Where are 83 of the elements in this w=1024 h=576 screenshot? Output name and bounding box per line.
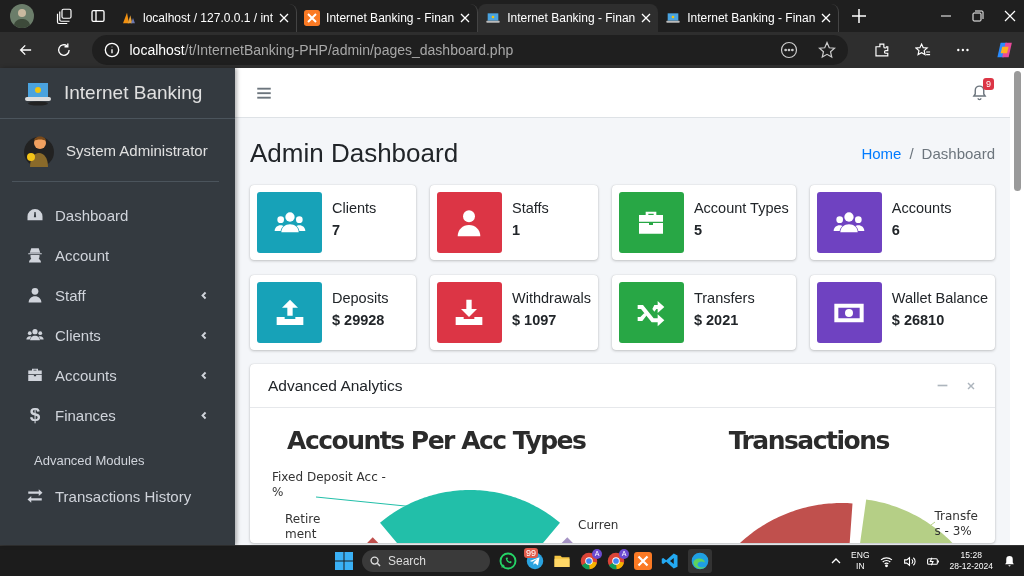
language-indicator[interactable]: ENG IN [851, 550, 870, 572]
slice-label: Fixed Deposit Acc - % [272, 470, 386, 500]
nav-item[interactable]: Accounts [8, 355, 227, 395]
xampp-icon [304, 10, 321, 26]
bell-icon[interactable] [971, 84, 988, 101]
notification-bell-icon[interactable] [1003, 554, 1016, 568]
laptop-icon [485, 10, 502, 26]
slice-label: Transfe s - 3% [934, 509, 978, 539]
stat-label: Clients [332, 200, 377, 216]
favorites-icon[interactable] [915, 41, 931, 59]
edge-icon[interactable] [688, 549, 712, 573]
stat-value: 1 [512, 222, 522, 238]
exchange-icon [26, 487, 44, 505]
info-icon[interactable] [103, 42, 120, 58]
nav-item[interactable]: Transactions History [8, 476, 227, 516]
card-title: Advanced Analytics [268, 376, 404, 395]
refresh-icon[interactable] [55, 41, 72, 59]
section-header: Advanced Modules [33, 452, 146, 470]
user-icon [26, 286, 44, 304]
nav-item[interactable]: Staff [8, 275, 227, 315]
search-icon [370, 555, 381, 567]
stat-value: $ 2021 [693, 312, 740, 328]
address-bar[interactable]: localhost/t/InternetBanking-PHP/admin/pages_dashboard.php [91, 35, 848, 65]
stat-value: 7 [332, 222, 342, 238]
xampp-icon[interactable] [634, 552, 652, 570]
brand-name[interactable]: Internet Banking [64, 82, 203, 104]
stat-label: Account Types [693, 200, 789, 216]
browser-tab[interactable]: Internet Banking - Finan [478, 4, 659, 32]
stat-label: Transfers [693, 290, 755, 306]
extensions-icon[interactable] [873, 41, 890, 59]
stat-label: Accounts [891, 200, 952, 216]
more-icon[interactable] [779, 41, 798, 59]
laptop-icon [665, 10, 682, 26]
tab-actions-icon[interactable] [90, 8, 106, 24]
close-icon[interactable] [1004, 10, 1016, 22]
nav-item[interactable]: Dashboard [8, 195, 227, 235]
stat-value: 5 [693, 222, 704, 238]
close-icon[interactable] [460, 13, 471, 23]
slice-label: Retire ment [285, 512, 321, 542]
nav-item[interactable]: Clients [8, 315, 227, 355]
briefcase-icon [26, 366, 44, 384]
restore-icon[interactable] [972, 10, 984, 22]
notification-badge: 99 [524, 548, 538, 558]
star-icon[interactable] [817, 41, 836, 59]
chat-app-icon[interactable] [499, 552, 517, 570]
browser-app-icon[interactable] [607, 552, 625, 570]
breadcrumb-link[interactable]: Home [861, 144, 902, 162]
page-title: Admin Dashboard [250, 137, 459, 169]
scrollbar-thumb[interactable] [1013, 71, 1021, 191]
chevron-up-icon[interactable] [831, 556, 842, 566]
new-tab-icon[interactable] [851, 8, 868, 24]
notification-count: 9 [983, 78, 994, 90]
start-icon[interactable] [335, 552, 353, 570]
chart-title: Transactions [727, 426, 890, 455]
profile-avatar[interactable] [10, 4, 34, 28]
nav-item[interactable]: $ Finances [8, 395, 227, 435]
browser-app-icon[interactable] [580, 552, 598, 570]
breadcrumb-current: Dashboard [921, 144, 995, 162]
laptop-logo [24, 80, 52, 106]
stat-value: $ 1097 [512, 312, 558, 328]
stat-value: $ 29928 [332, 312, 386, 328]
stat-label: Staffs [512, 200, 549, 216]
clock[interactable]: 15:28 28-12-2024 [949, 550, 993, 572]
stat-label: Wallet Balance [891, 290, 988, 306]
workspaces-icon[interactable] [56, 7, 74, 25]
stat-value: $ 26810 [891, 312, 946, 328]
stat-label: Deposits [332, 290, 389, 306]
wifi-icon[interactable] [879, 554, 893, 568]
dollar-icon: $ [26, 404, 44, 426]
volume-icon[interactable] [902, 554, 916, 568]
nav-item[interactable]: Account [8, 235, 227, 275]
user-name[interactable]: System Administrator [66, 141, 208, 159]
slice-label: Curren [578, 518, 619, 533]
chart-title: Accounts Per Acc Types [286, 426, 587, 455]
spy-icon [26, 246, 44, 264]
close-icon[interactable] [821, 13, 832, 23]
breadcrumb-separator: / [909, 144, 914, 162]
search-field[interactable]: Search [362, 550, 490, 572]
code-editor-icon[interactable] [661, 552, 679, 570]
close-icon[interactable] [279, 13, 290, 23]
close-icon[interactable] [641, 13, 652, 23]
stat-label: Withdrawals [512, 290, 591, 306]
stat-value: 6 [891, 222, 901, 238]
